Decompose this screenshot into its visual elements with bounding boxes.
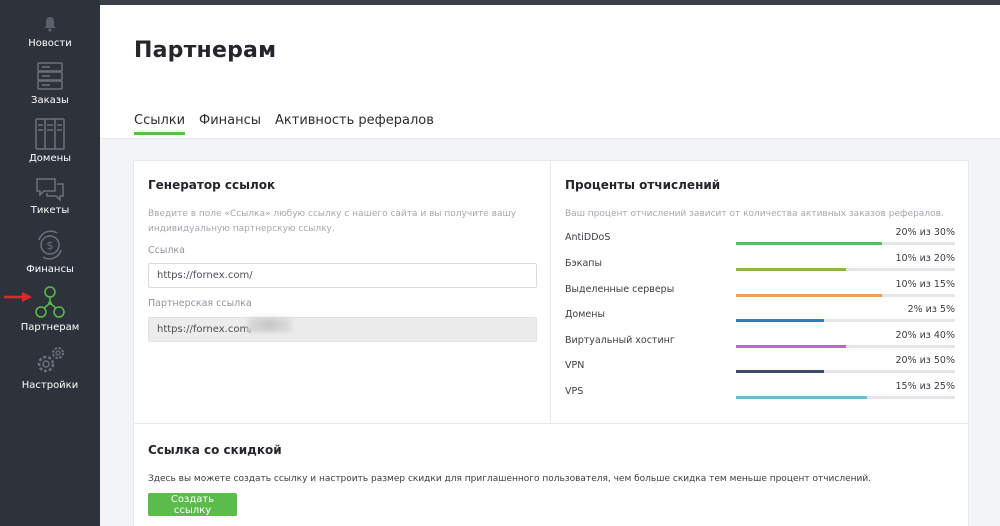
rate-fill bbox=[736, 294, 883, 297]
link-generator-hint-line2: индивидуальную партнерскую ссылку. bbox=[148, 224, 335, 234]
partner-link-label: Партнерская ссылка bbox=[148, 298, 252, 309]
rate-name: VPS bbox=[565, 386, 584, 397]
discount-link-title: Ссылка со скидкой bbox=[148, 443, 282, 457]
chat-icon bbox=[36, 178, 64, 201]
rate-name: VPN bbox=[565, 360, 585, 371]
rate-name: Бэкапы bbox=[565, 258, 603, 269]
sidebar-item-label: Партнерам bbox=[20, 322, 80, 333]
finance-icon: $ bbox=[38, 230, 62, 260]
rate-fill bbox=[736, 242, 883, 245]
server-rack-icon bbox=[37, 62, 63, 90]
rate-value: 2% из 5% bbox=[907, 304, 955, 315]
sidebar-item-label: Финансы bbox=[26, 264, 74, 275]
rate-fill bbox=[736, 268, 846, 271]
link-field-label: Ссылка bbox=[148, 245, 185, 256]
rate-value: 20% из 30% bbox=[895, 227, 956, 238]
link-input[interactable] bbox=[148, 263, 537, 288]
redacted-ref-code bbox=[248, 318, 292, 332]
rate-row: VPS 15% из 25% bbox=[565, 381, 955, 410]
rate-value: 20% из 40% bbox=[895, 330, 956, 341]
red-arrow-icon bbox=[4, 292, 32, 302]
rate-value: 20% из 50% bbox=[895, 355, 956, 366]
tab-referral-activity[interactable]: Активность рефералов bbox=[275, 113, 434, 128]
link-generator-card bbox=[133, 160, 551, 424]
sidebar-item-label: Тикеты bbox=[30, 205, 70, 216]
rate-value: 10% из 15% bbox=[895, 279, 956, 290]
sidebar-item-label: Домены bbox=[28, 153, 72, 164]
sidebar-item-settings[interactable]: Настройки bbox=[0, 345, 100, 401]
rate-track bbox=[736, 294, 955, 297]
sidebar-item-news[interactable]: Новости bbox=[0, 10, 100, 66]
rate-track bbox=[736, 319, 955, 322]
create-link-button[interactable]: Создать ссылку bbox=[148, 493, 237, 516]
page-title: Партнерам bbox=[134, 38, 277, 63]
rate-fill bbox=[736, 370, 824, 373]
rate-fill bbox=[736, 319, 824, 322]
rate-name: AntiDDoS bbox=[565, 232, 611, 243]
link-generator-title: Генератор ссылок bbox=[148, 178, 276, 192]
sidebar-item-tickets[interactable]: Тикеты bbox=[0, 175, 100, 231]
partner-link-field[interactable] bbox=[148, 317, 537, 342]
svg-text:$: $ bbox=[47, 239, 54, 252]
rate-name: Выделенные серверы bbox=[565, 284, 675, 295]
rate-track bbox=[736, 242, 955, 245]
commission-rates-hint: Ваш процент отчислений зависит от количе… bbox=[565, 209, 944, 219]
rate-value: 10% из 20% bbox=[895, 253, 956, 264]
rate-track bbox=[736, 345, 955, 348]
domains-icon bbox=[35, 118, 65, 150]
sidebar-item-label: Новости bbox=[28, 38, 72, 49]
rate-fill bbox=[736, 396, 868, 399]
rate-name: Домены bbox=[565, 309, 605, 320]
rate-row: Выделенные серверы 10% из 15% bbox=[565, 279, 955, 308]
sidebar-item-orders[interactable]: Заказы bbox=[0, 60, 100, 116]
sidebar: Новости Заказы Домены Тикеты $ Финансы П… bbox=[0, 0, 100, 526]
tab-finance[interactable]: Финансы bbox=[199, 113, 261, 128]
rate-fill bbox=[736, 345, 846, 348]
rate-value: 15% из 25% bbox=[895, 381, 956, 392]
sidebar-item-label: Заказы bbox=[31, 95, 69, 106]
tab-links[interactable]: Ссылки bbox=[134, 113, 186, 135]
commission-rates-title: Проценты отчислений bbox=[565, 178, 721, 192]
sidebar-item-finance[interactable]: $ Финансы bbox=[0, 228, 100, 284]
rate-track bbox=[736, 268, 955, 271]
rate-name: Виртуальный хостинг bbox=[565, 335, 675, 346]
rate-track bbox=[736, 370, 955, 373]
discount-link-hint: Здесь вы можете создать ссылку и настрои… bbox=[148, 474, 872, 484]
rate-track bbox=[736, 396, 955, 399]
sidebar-item-label: Настройки bbox=[21, 380, 79, 391]
gears-icon bbox=[37, 347, 64, 373]
page-header: Партнерам Ссылки Финансы Активность рефе… bbox=[100, 5, 1000, 139]
link-generator-hint-line1: Введите в поле «Ссылка» любую ссылку с н… bbox=[148, 209, 517, 219]
partners-icon bbox=[35, 286, 65, 318]
bell-icon bbox=[44, 17, 56, 32]
sidebar-item-domains[interactable]: Домены bbox=[0, 118, 100, 174]
